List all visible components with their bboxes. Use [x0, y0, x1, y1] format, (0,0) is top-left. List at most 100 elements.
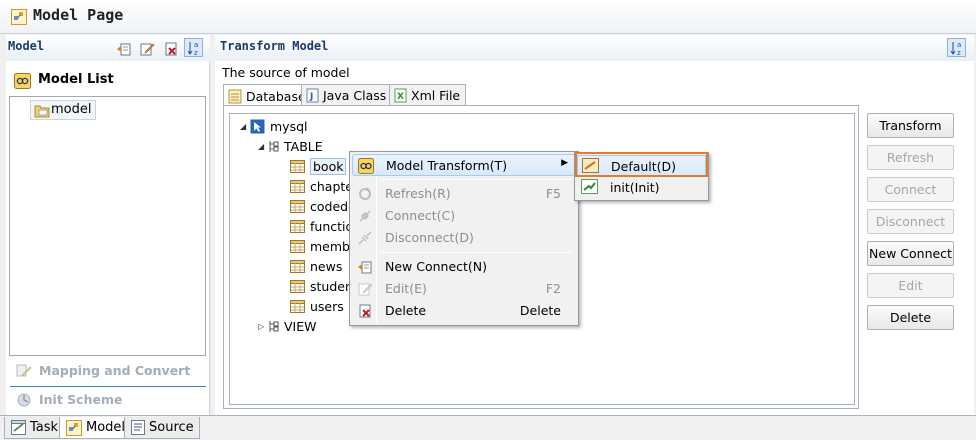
tree-node-table[interactable]: codede	[290, 196, 356, 216]
tab-model[interactable]: Model	[59, 417, 132, 439]
tree-node-label: VIEW	[284, 318, 317, 334]
tree-node-table[interactable]: news	[290, 256, 342, 276]
menu-item-label: Edit(E)	[385, 281, 427, 296]
tree-item-label: model	[51, 102, 92, 117]
tree-node-table[interactable]: users	[290, 296, 344, 316]
table-icon	[290, 299, 305, 313]
tree-node-table[interactable]: functio	[290, 216, 353, 236]
tab-source[interactable]: Source	[124, 417, 200, 439]
nav-init-label: Init Scheme	[39, 392, 123, 407]
tab-java-class[interactable]: J Java Class	[301, 84, 393, 106]
bottom-tab-bar: Task Model Source	[0, 415, 976, 440]
collapse-arrow-icon[interactable]: ▷	[258, 322, 268, 331]
menu-separator	[380, 179, 572, 180]
menu-item-label: Model Transform(T)	[386, 158, 508, 173]
tab-database[interactable]: Database	[223, 84, 312, 107]
delete-button[interactable]: Delete	[867, 305, 954, 330]
tab-xml-file[interactable]: X Xml File	[389, 84, 467, 106]
tree-node-table[interactable]: membe	[290, 236, 358, 256]
tab-source-label: Source	[149, 420, 194, 435]
tree-item-model[interactable]: model	[30, 100, 97, 120]
svg-text:X: X	[397, 92, 404, 102]
table-icon	[290, 179, 305, 193]
table-name: users	[310, 298, 344, 314]
init-scheme-icon	[16, 392, 32, 408]
model-icon	[66, 419, 82, 436]
tree-node-view-group[interactable]: ▷ VIEW	[258, 316, 317, 336]
model-tree[interactable]: model	[9, 96, 206, 356]
svg-text:J: J	[309, 92, 313, 102]
menu-item-connect[interactable]: Connect(C)	[352, 205, 576, 227]
model-transform-icon	[358, 158, 374, 174]
svg-text:z: z	[194, 49, 198, 56]
sort-az-icon[interactable]: az	[184, 38, 203, 57]
menu-item-edit[interactable]: Edit(E) F2	[352, 278, 576, 300]
table-name: news	[310, 258, 343, 274]
menu-item-refresh[interactable]: Refresh(R) F5	[352, 183, 576, 205]
database-icon	[228, 89, 242, 104]
refresh-button[interactable]: Refresh	[867, 145, 954, 170]
xml-file-icon: X	[394, 88, 407, 103]
tree-node-table[interactable]: book	[290, 156, 347, 176]
sort-az-icon[interactable]: az	[947, 38, 966, 57]
tab-database-label: Database	[246, 88, 306, 104]
tab-task-label: Task	[30, 420, 59, 435]
edit-icon[interactable]	[137, 39, 156, 58]
connect-button[interactable]: Connect	[867, 177, 954, 202]
menu-item-shortcut: F5	[545, 186, 561, 201]
focus-highlight	[575, 152, 708, 177]
transform-panel-title: Transform Model	[220, 39, 329, 53]
tree-node-table[interactable]: studen	[290, 276, 353, 296]
transform-panel-header: Transform Model az	[215, 35, 974, 61]
table-name: studen	[310, 278, 353, 294]
model-page-icon	[11, 9, 27, 25]
table-name: book	[310, 157, 347, 175]
tab-task[interactable]: Task	[4, 417, 65, 439]
model-list-label: Model List	[38, 72, 114, 87]
disconnect-button[interactable]: Disconnect	[867, 209, 954, 234]
delete-icon[interactable]	[161, 39, 180, 58]
table-icon	[290, 279, 305, 293]
model-panel: Model az Model List model Mapping and Co…	[6, 35, 210, 415]
menu-item-model-transform[interactable]: Model Transform(T) ▶	[352, 154, 576, 176]
tree-node-mysql[interactable]: ◢ mysql	[240, 116, 308, 136]
tree-node-label: TABLE	[284, 138, 323, 154]
menu-item-label: Disconnect(D)	[385, 230, 474, 245]
menu-item-label: Refresh(R)	[385, 186, 451, 201]
tree-node-label: mysql	[270, 118, 308, 134]
submenu-item-init[interactable]: init(Init)	[577, 177, 706, 198]
init-transform-icon	[581, 179, 598, 194]
transform-button[interactable]: Transform	[867, 113, 954, 138]
tab-model-label: Model	[86, 420, 126, 435]
table-icon	[290, 199, 305, 213]
table-group-icon	[268, 140, 279, 153]
tab-java-class-label: Java Class	[323, 88, 387, 103]
tree-node-table[interactable]: chapte	[290, 176, 353, 196]
menu-item-disconnect[interactable]: Disconnect(D)	[352, 227, 576, 249]
source-icon	[131, 420, 145, 435]
table-name: chapte	[310, 178, 353, 194]
add-model-icon[interactable]	[114, 39, 133, 58]
menu-item-delete[interactable]: Delete Delete	[352, 300, 576, 322]
expand-arrow-icon[interactable]: ◢	[240, 122, 250, 131]
menu-item-new-connect[interactable]: New Connect(N)	[352, 256, 576, 278]
edit-icon	[357, 281, 373, 297]
delete-icon	[357, 303, 373, 319]
submenu-item-label: init(Init)	[610, 180, 660, 195]
connect-icon	[357, 208, 373, 224]
view-group-icon	[268, 320, 279, 333]
mysql-connection-icon	[250, 119, 265, 134]
context-menu: Model Transform(T) ▶ Refresh(R) F5 Conne…	[349, 151, 579, 326]
menu-separator	[380, 252, 572, 253]
expand-arrow-icon[interactable]: ◢	[258, 142, 268, 151]
tree-node-table-group[interactable]: ◢ TABLE	[258, 136, 323, 156]
svg-text:a: a	[194, 41, 198, 49]
transform-model-panel: Transform Model az The source of model D…	[215, 35, 974, 415]
table-name: functio	[310, 218, 354, 234]
tab-xml-file-label: Xml File	[411, 88, 461, 103]
disconnect-icon	[357, 230, 373, 246]
refresh-icon	[357, 186, 373, 202]
model-panel-title: Model	[8, 39, 45, 53]
new-connect-button[interactable]: New Connect	[867, 241, 954, 266]
edit-button[interactable]: Edit	[867, 273, 954, 298]
